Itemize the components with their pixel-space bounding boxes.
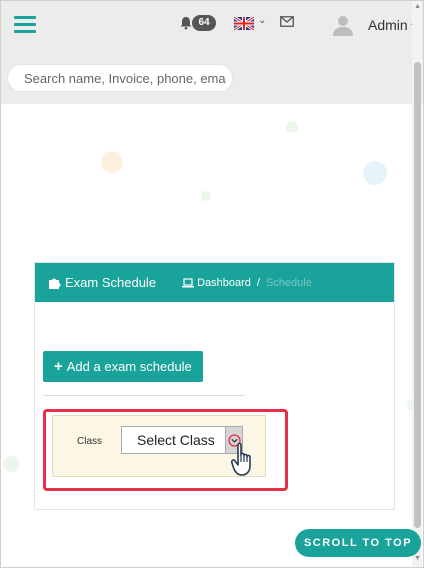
top-bar: 64 ⌄ Admin ⌄	[1, 1, 423, 104]
breadcrumb-current: Schedule	[265, 276, 312, 289]
decorative-dot	[201, 191, 211, 201]
scroll-up-arrow-icon[interactable]: ▲	[414, 3, 421, 10]
add-exam-schedule-button[interactable]: + Add a exam schedule	[43, 351, 203, 382]
decorative-dot	[363, 161, 387, 185]
search-input[interactable]	[8, 65, 232, 91]
user-menu[interactable]: Admin	[368, 17, 408, 33]
breadcrumb-separator: /	[256, 276, 260, 289]
chevron-down-icon[interactable]: ⌄	[258, 15, 266, 26]
bell-icon[interactable]	[179, 16, 193, 30]
decorative-dot	[286, 121, 298, 133]
scroll-to-top-button[interactable]: SCROLL TO TOP	[295, 529, 421, 557]
plus-icon: +	[54, 358, 63, 375]
decorative-dot	[101, 151, 123, 173]
mail-icon[interactable]	[280, 16, 294, 27]
search-bar	[7, 64, 233, 92]
breadcrumb-dashboard-link[interactable]: Dashboard	[197, 277, 251, 289]
scroll-down-arrow-icon[interactable]: ▼	[414, 555, 421, 562]
page-title: Exam Schedule	[65, 275, 157, 290]
laptop-icon	[182, 277, 195, 287]
notification-badge[interactable]: 64	[192, 15, 216, 31]
exam-schedule-card: Exam Schedule Dashboard / Schedule + Add…	[34, 262, 395, 510]
divider	[43, 395, 245, 396]
add-button-label: Add a exam schedule	[66, 359, 192, 374]
puzzle-icon	[49, 278, 61, 289]
hand-pointer-icon	[231, 442, 251, 476]
menu-icon[interactable]	[14, 16, 36, 34]
card-header: Exam Schedule Dashboard / Schedule	[35, 263, 394, 302]
breadcrumb: Dashboard / Schedule	[182, 277, 312, 289]
uk-flag-icon[interactable]	[234, 17, 254, 30]
decorative-dot	[3, 456, 19, 472]
scrollbar-thumb[interactable]	[414, 62, 421, 528]
avatar-icon[interactable]	[332, 14, 354, 36]
